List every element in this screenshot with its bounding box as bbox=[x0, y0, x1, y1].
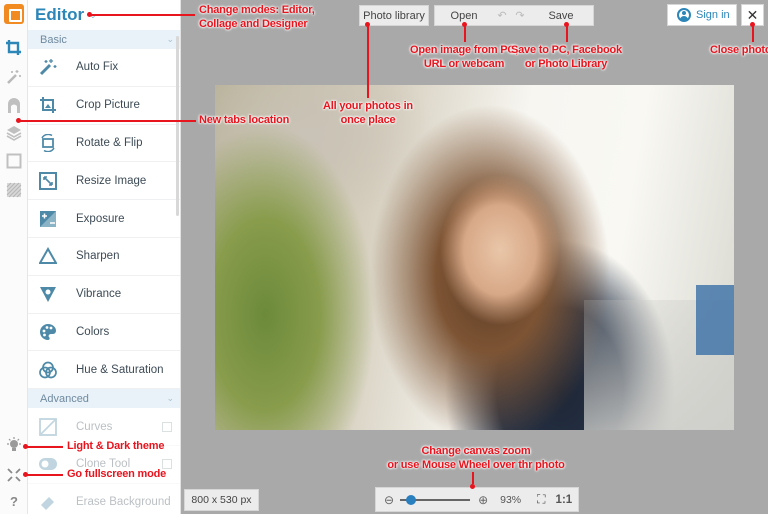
tool-crop-picture[interactable]: Crop Picture bbox=[28, 87, 180, 125]
annotation-line bbox=[472, 472, 474, 484]
redo-icon[interactable]: ↷ bbox=[511, 9, 529, 22]
annotation-line bbox=[90, 14, 195, 16]
annotation-save: Save to PC, Facebook or Photo Library bbox=[511, 44, 622, 70]
magic-wand-icon bbox=[38, 57, 58, 77]
fullscreen-icon[interactable] bbox=[4, 465, 24, 485]
save-button[interactable]: Save bbox=[529, 10, 593, 22]
tool-sharpen[interactable]: Sharpen bbox=[28, 238, 180, 276]
annotation-modes: Change modes: Editor, Collage and Designe… bbox=[199, 4, 315, 30]
photo-canvas[interactable] bbox=[215, 85, 734, 430]
tool-label: Rotate & Flip bbox=[76, 136, 143, 149]
icon-rail: ? bbox=[0, 0, 28, 514]
sign-in-button[interactable]: Sign in bbox=[667, 4, 737, 26]
annotation-line bbox=[26, 474, 63, 476]
image-size-label: 800 x 530 px bbox=[184, 489, 259, 511]
annotation-zoom: Change canvas zoom or use Mouse Wheel ove… bbox=[387, 445, 565, 471]
tool-vibrance[interactable]: Vibrance bbox=[28, 276, 180, 314]
palette-icon bbox=[38, 322, 58, 342]
open-button[interactable]: Open bbox=[435, 10, 493, 22]
frame-tab-icon[interactable] bbox=[4, 151, 24, 171]
layers-tab-icon[interactable] bbox=[4, 123, 24, 143]
theme-bulb-icon[interactable] bbox=[4, 435, 24, 455]
zoom-bar: ⊖ ⊕ 93% ⛶ 1:1 bbox=[375, 487, 579, 512]
tool-erase-background[interactable]: Erase Background bbox=[28, 484, 180, 514]
mode-title: Editor bbox=[35, 5, 85, 24]
help-icon[interactable]: ? bbox=[4, 491, 24, 511]
annotation-fullscreen: Go fullscreen mode bbox=[67, 468, 167, 480]
rotate-icon bbox=[38, 133, 58, 153]
file-button-group: Open ↶ ↷ Save bbox=[434, 5, 594, 26]
annotation-dot bbox=[470, 484, 475, 489]
annotation-line bbox=[367, 24, 369, 98]
annotation-line bbox=[19, 120, 196, 122]
zoom-slider[interactable] bbox=[400, 494, 471, 505]
crop-tab-icon[interactable] bbox=[4, 38, 24, 58]
annotation-line bbox=[464, 24, 466, 42]
resize-icon bbox=[38, 171, 58, 191]
tool-exposure[interactable]: Exposure bbox=[28, 200, 180, 238]
zoom-in-icon[interactable]: ⊕ bbox=[478, 493, 488, 507]
tool-label: Colors bbox=[76, 325, 110, 338]
fit-screen-icon[interactable]: ⛶ bbox=[537, 492, 545, 507]
section-basic[interactable]: Basic ⌄ bbox=[28, 30, 180, 49]
tool-label: Curves bbox=[76, 420, 113, 433]
external-icon bbox=[162, 421, 172, 432]
tool-rotate-flip[interactable]: Rotate & Flip bbox=[28, 125, 180, 163]
section-advanced[interactable]: Advanced ⌄ bbox=[28, 389, 180, 409]
zoom-slider-knob[interactable] bbox=[405, 494, 416, 505]
tool-colors[interactable]: Colors bbox=[28, 314, 180, 352]
app-logo-icon[interactable] bbox=[4, 4, 24, 24]
annotation-close: Close photo bbox=[710, 44, 768, 56]
annotation-line bbox=[752, 24, 754, 42]
annotation-tabs: New tabs location bbox=[199, 114, 290, 126]
tool-label: Auto Fix bbox=[76, 61, 119, 74]
annotation-library: All your photos in once place bbox=[323, 100, 413, 126]
eraser-icon bbox=[38, 492, 58, 512]
tool-label: Sharpen bbox=[76, 250, 120, 263]
section-label: Advanced bbox=[40, 392, 89, 405]
tool-hue-saturation[interactable]: Hue & Saturation bbox=[28, 351, 180, 390]
tool-label: Crop Picture bbox=[76, 99, 140, 112]
panel-scrollbar[interactable] bbox=[176, 36, 179, 216]
tool-label: Erase Background bbox=[76, 496, 171, 509]
face-tab-icon[interactable] bbox=[4, 95, 24, 115]
chevron-down-icon: ⌄ bbox=[166, 34, 174, 44]
magic-wand-tab-icon[interactable] bbox=[4, 67, 24, 87]
vibrance-icon bbox=[38, 284, 58, 304]
tool-auto-fix[interactable]: Auto Fix bbox=[28, 49, 180, 87]
texture-tab-icon[interactable] bbox=[4, 180, 24, 200]
zoom-out-icon[interactable]: ⊖ bbox=[384, 493, 394, 507]
tool-label: Vibrance bbox=[76, 288, 122, 301]
tools-panel: Editor ⌵ Basic ⌄ Auto Fix Crop Picture R… bbox=[28, 0, 181, 514]
hue-icon bbox=[38, 360, 58, 380]
curves-icon bbox=[38, 417, 58, 437]
chevron-down-icon: ⌄ bbox=[166, 393, 174, 404]
tool-label: Hue & Saturation bbox=[76, 363, 164, 376]
tool-resize-image[interactable]: Resize Image bbox=[28, 162, 180, 201]
tool-label: Resize Image bbox=[76, 174, 147, 187]
exposure-icon bbox=[38, 209, 58, 229]
undo-icon[interactable]: ↶ bbox=[493, 9, 511, 22]
annotation-line bbox=[26, 446, 63, 448]
clone-icon bbox=[38, 454, 58, 474]
user-avatar-icon bbox=[677, 8, 691, 22]
triangle-icon bbox=[38, 246, 58, 266]
section-label: Basic bbox=[40, 33, 67, 46]
tool-label: Exposure bbox=[76, 212, 125, 225]
annotation-theme: Light & Dark theme bbox=[67, 440, 165, 452]
actual-size-button[interactable]: 1:1 bbox=[556, 494, 573, 506]
annotation-open: Open image from PC, URL or webcam bbox=[409, 44, 519, 70]
sign-in-label: Sign in bbox=[696, 9, 730, 21]
photo-railing bbox=[696, 285, 734, 355]
zoom-percent: 93% bbox=[500, 493, 522, 506]
annotation-line bbox=[566, 24, 568, 42]
crop-icon bbox=[38, 95, 58, 115]
